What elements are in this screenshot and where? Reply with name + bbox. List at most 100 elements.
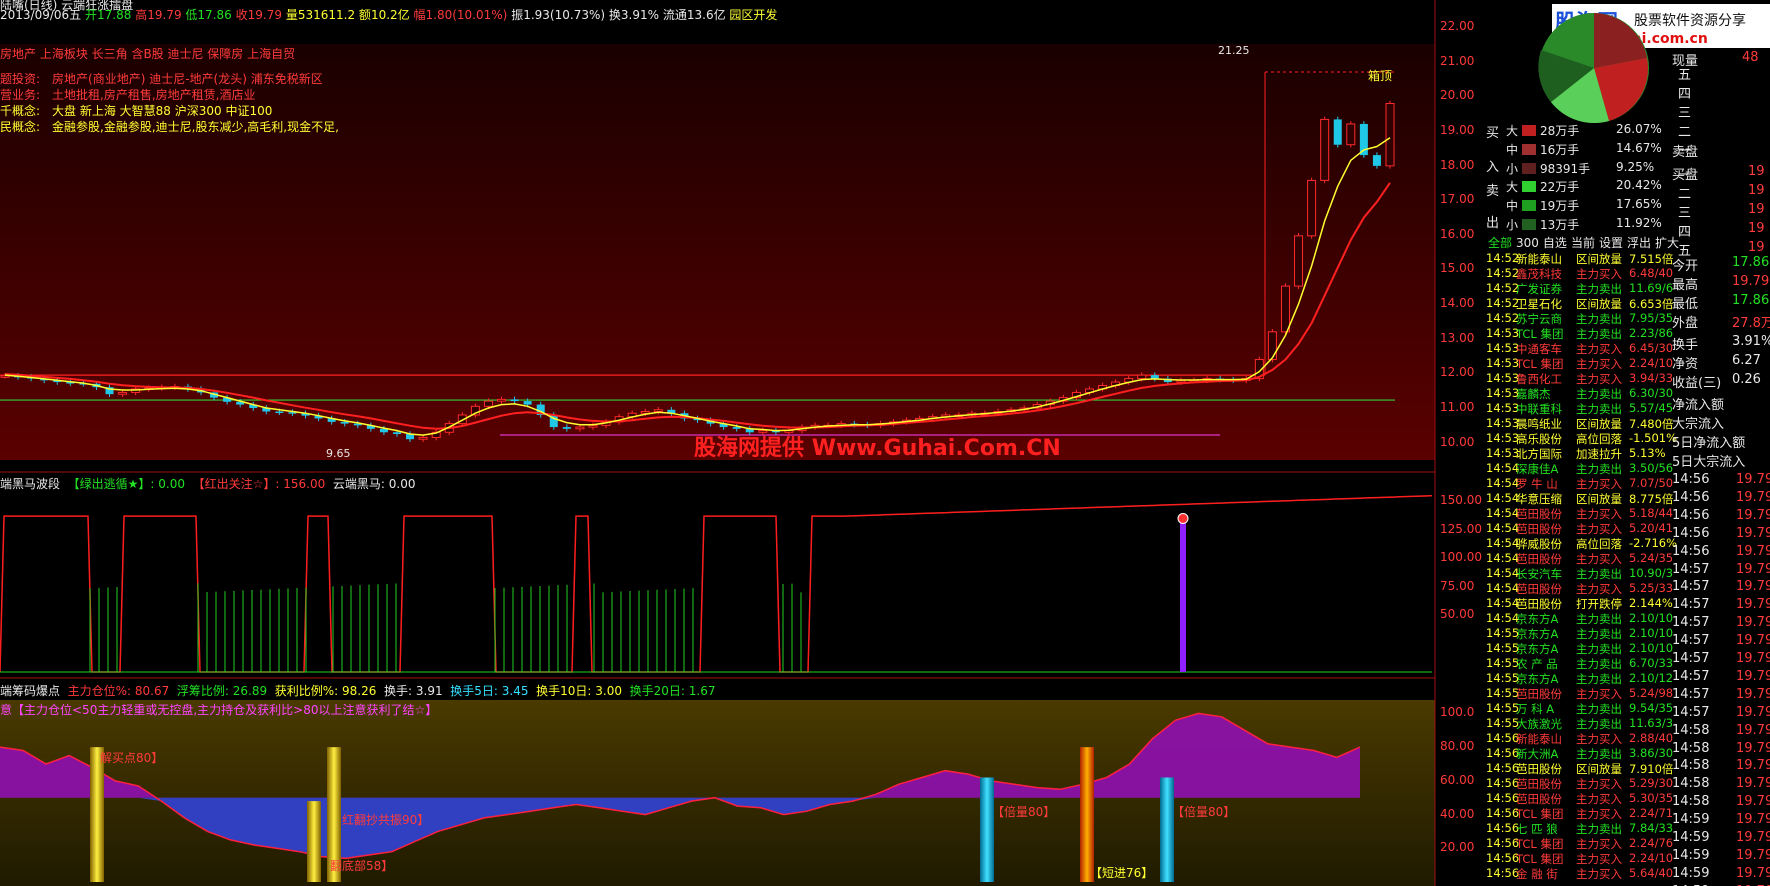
axis-tick: 16.00 bbox=[1440, 226, 1475, 241]
radar-row[interactable]: 14:52 鑫茂科技 主力买入 6.48/40 bbox=[1486, 266, 1673, 281]
radar-row[interactable]: 14:53 嘉麟杰 主力卖出 6.30/30 bbox=[1486, 386, 1674, 401]
radar-row[interactable]: 14:55 农 产 品 主力卖出 6.70/33 bbox=[1486, 656, 1673, 671]
radar-row[interactable]: 14:55 万 科 A 主力卖出 9.54/35 bbox=[1486, 701, 1674, 716]
radar-row[interactable]: 14:56 TCL 集团 主力买入 2.24/76 bbox=[1486, 836, 1674, 851]
tick-price: 19.79 bbox=[1736, 597, 1770, 613]
quote-bar: 2013/09/06五 开17.88 高19.79 低17.86 收19.79 … bbox=[0, 8, 778, 22]
candle-body bbox=[118, 391, 128, 395]
radar-row[interactable]: 14:53 中通客车 主力买入 6.45/30 bbox=[1486, 341, 1673, 356]
candle-body bbox=[640, 410, 650, 414]
radar-row[interactable]: 14:55 京东方A 主力卖出 2.10/10 bbox=[1486, 626, 1673, 641]
radar-row[interactable]: 14:53 鲁西化工 主力买入 3.94/33 bbox=[1486, 371, 1673, 386]
radar-cell: 卫星石化 bbox=[1516, 297, 1562, 311]
radar-row[interactable]: 14:54 芭田股份 主力买入 5.24/35 bbox=[1486, 551, 1673, 566]
quote-panel: 股海网 股票软件资源分享 Www.Guhai.com.cn 现量 48 买入卖出… bbox=[1486, 0, 1770, 886]
book-level-sell: 三 bbox=[1678, 106, 1692, 121]
radar-cell: 主力买入 bbox=[1576, 507, 1622, 521]
radar-cell: 2.24/71 bbox=[1629, 806, 1674, 820]
wave-red-line bbox=[0, 494, 1433, 673]
radar-row[interactable]: 14:53 北方国际 加速拉升 5.13% bbox=[1486, 446, 1672, 461]
radar-cell: 主力卖出 bbox=[1576, 282, 1622, 296]
radar-row[interactable]: 14:56 金 融 街 主力买入 5.64/40 bbox=[1486, 866, 1673, 881]
radar-cell: 3.50/56 bbox=[1629, 461, 1674, 475]
radar-row[interactable]: 14:54 芭田股份 主力买入 5.20/41 bbox=[1486, 521, 1673, 536]
radar-cell: 5.29/30 bbox=[1629, 776, 1674, 790]
radar-cell: 芭田股份 bbox=[1516, 792, 1562, 806]
candle-body bbox=[1150, 375, 1159, 379]
radar-row[interactable]: 14:56 TCL 集团 主力买入 2.24/10 bbox=[1486, 851, 1673, 866]
radar-tab[interactable]: 当前 bbox=[1571, 236, 1595, 250]
radar-tab[interactable]: 浮出 bbox=[1627, 236, 1651, 250]
flow-stat: 大宗流入 bbox=[1672, 417, 1725, 432]
stat-key: 今开 bbox=[1672, 259, 1699, 274]
tick-price: 19.79 bbox=[1736, 615, 1770, 631]
stat-key: 净资 bbox=[1672, 357, 1699, 372]
radar-row[interactable]: 14:53 晨鸣纸业 区间放量 7.480倍 bbox=[1486, 416, 1673, 431]
radar-cell: 中通客车 bbox=[1516, 342, 1562, 356]
signal-bar bbox=[90, 747, 104, 882]
axis-tick: 19.00 bbox=[1440, 122, 1475, 137]
flow-swatch bbox=[1522, 163, 1536, 174]
candle-body bbox=[1294, 235, 1304, 287]
radar-row[interactable]: 14:56 芭田股份 主力买入 5.29/30 bbox=[1486, 776, 1674, 791]
radar-cell: 芭田股份 bbox=[1516, 522, 1562, 536]
radar-row[interactable]: 14:56 芭田股份 区间放量 7.910倍 bbox=[1486, 761, 1673, 776]
flow-side: 中 bbox=[1506, 199, 1519, 213]
radar-row[interactable]: 14:53 高乐股份 高位回落 -1.501% bbox=[1486, 431, 1677, 446]
radar-row[interactable]: 14:56 新大洲A 主力卖出 3.86/30 bbox=[1486, 746, 1673, 761]
radar-row[interactable]: 14:54 罗 牛 山 主力买入 7.07/50 bbox=[1486, 476, 1673, 491]
tick-time: 14:58 bbox=[1672, 794, 1710, 810]
radar-row[interactable]: 14:56 七 匹 狼 主力卖出 7.84/33 bbox=[1486, 821, 1673, 836]
radar-cell: 9.54/35 bbox=[1629, 701, 1674, 715]
radar-tab[interactable]: 自选 bbox=[1543, 236, 1567, 250]
radar-row[interactable]: 14:52 苏宁云商 主力卖出 7.95/35 bbox=[1486, 311, 1673, 326]
radar-cell: 2.24/76 bbox=[1629, 836, 1674, 850]
radar-tab[interactable]: 设置 bbox=[1599, 236, 1623, 250]
radar-row[interactable]: 14:54 芭田股份 打开跌停 2.144% bbox=[1486, 596, 1673, 611]
sell-pan-label: 卖盘 bbox=[1672, 145, 1699, 160]
radar-tabs[interactable]: 全部 300 自选 当前 设置 浮出 扩大 bbox=[1488, 234, 1683, 251]
radar-cell: 罗 牛 山 bbox=[1516, 477, 1558, 491]
radar-row[interactable]: 14:55 京东方A 主力卖出 2.10/10 bbox=[1486, 641, 1673, 656]
flow-volume: 28万手 bbox=[1540, 124, 1580, 138]
radar-tab[interactable]: 全部 bbox=[1488, 236, 1512, 250]
radar-row[interactable]: 14:52 卫星石化 区间放量 6.653倍 bbox=[1486, 296, 1673, 311]
radar-row[interactable]: 14:53 中联重科 主力卖出 5.57/45 bbox=[1486, 401, 1673, 416]
radar-row[interactable]: 14:55 芭田股份 主力买入 5.24/98 bbox=[1486, 686, 1673, 701]
radar-cell: 嘉麟杰 bbox=[1516, 387, 1551, 401]
radar-row[interactable]: 14:54 京东方A 主力卖出 2.10/10 bbox=[1486, 611, 1673, 626]
radar-cell: 14:53 bbox=[1486, 371, 1520, 385]
radar-row[interactable]: 14:54 长安汽车 主力卖出 10.90/3 bbox=[1486, 566, 1673, 581]
radar-cell: 14:54 bbox=[1486, 461, 1520, 475]
radar-row[interactable]: 14:52 新能泰山 区间放量 7.515倍 bbox=[1486, 251, 1673, 266]
radar-cell: 14:56 bbox=[1486, 866, 1520, 880]
radar-cell: 主力买入 bbox=[1576, 867, 1622, 881]
radar-cell: 鑫茂科技 bbox=[1516, 267, 1562, 281]
radar-row[interactable]: 14:54 芭田股份 主力买入 5.18/44 bbox=[1486, 506, 1673, 521]
stat-value: 17.86 bbox=[1732, 255, 1770, 270]
radar-row[interactable]: 14:53 TCL 集团 主力卖出 2.23/86 bbox=[1486, 326, 1673, 341]
radar-cell: 6.30/30 bbox=[1629, 386, 1674, 400]
radar-tab[interactable]: 300 bbox=[1516, 236, 1539, 250]
radar-row[interactable]: 14:54 华意压缩 区间放量 8.775倍 bbox=[1486, 491, 1673, 506]
radar-row[interactable]: 14:55 京东方A 主力卖出 2.10/12 bbox=[1486, 671, 1673, 686]
radar-cell: 14:53 bbox=[1486, 416, 1520, 430]
radar-cell: 主力买入 bbox=[1576, 852, 1622, 866]
radar-row[interactable]: 14:56 芭田股份 主力买入 5.30/35 bbox=[1486, 791, 1673, 806]
radar-row[interactable]: 14:53 TCL 集团 主力买入 2.24/10 bbox=[1486, 356, 1673, 371]
radar-cell: 京东方A bbox=[1516, 612, 1559, 626]
radar-row[interactable]: 14:54 骅威股份 高位回落 -2.716% bbox=[1486, 536, 1677, 551]
radar-tab[interactable]: 扩大 bbox=[1655, 236, 1679, 250]
radar-row[interactable]: 14:54 芭田股份 主力买入 5.25/33 bbox=[1486, 581, 1673, 596]
radar-row[interactable]: 14:56 TCL 集团 主力买入 2.24/71 bbox=[1486, 806, 1674, 821]
axis-tick: 17.00 bbox=[1440, 192, 1475, 207]
radar-cell: 主力卖出 bbox=[1576, 672, 1622, 686]
radar-cell: 14:55 bbox=[1486, 626, 1520, 640]
radar-cell: 主力卖出 bbox=[1576, 717, 1622, 731]
radar-row[interactable]: 14:52 广发证券 主力卖出 11.69/6 bbox=[1486, 281, 1673, 296]
radar-row[interactable]: 14:55 大族激光 主力卖出 11.63/3 bbox=[1486, 716, 1673, 731]
radar-cell: 14:55 bbox=[1486, 701, 1520, 715]
candle-body bbox=[340, 421, 349, 424]
radar-row[interactable]: 14:56 新能泰山 主力买入 2.88/40 bbox=[1486, 731, 1673, 746]
radar-row[interactable]: 14:54 深康佳A 主力卖出 3.50/56 bbox=[1486, 461, 1674, 476]
